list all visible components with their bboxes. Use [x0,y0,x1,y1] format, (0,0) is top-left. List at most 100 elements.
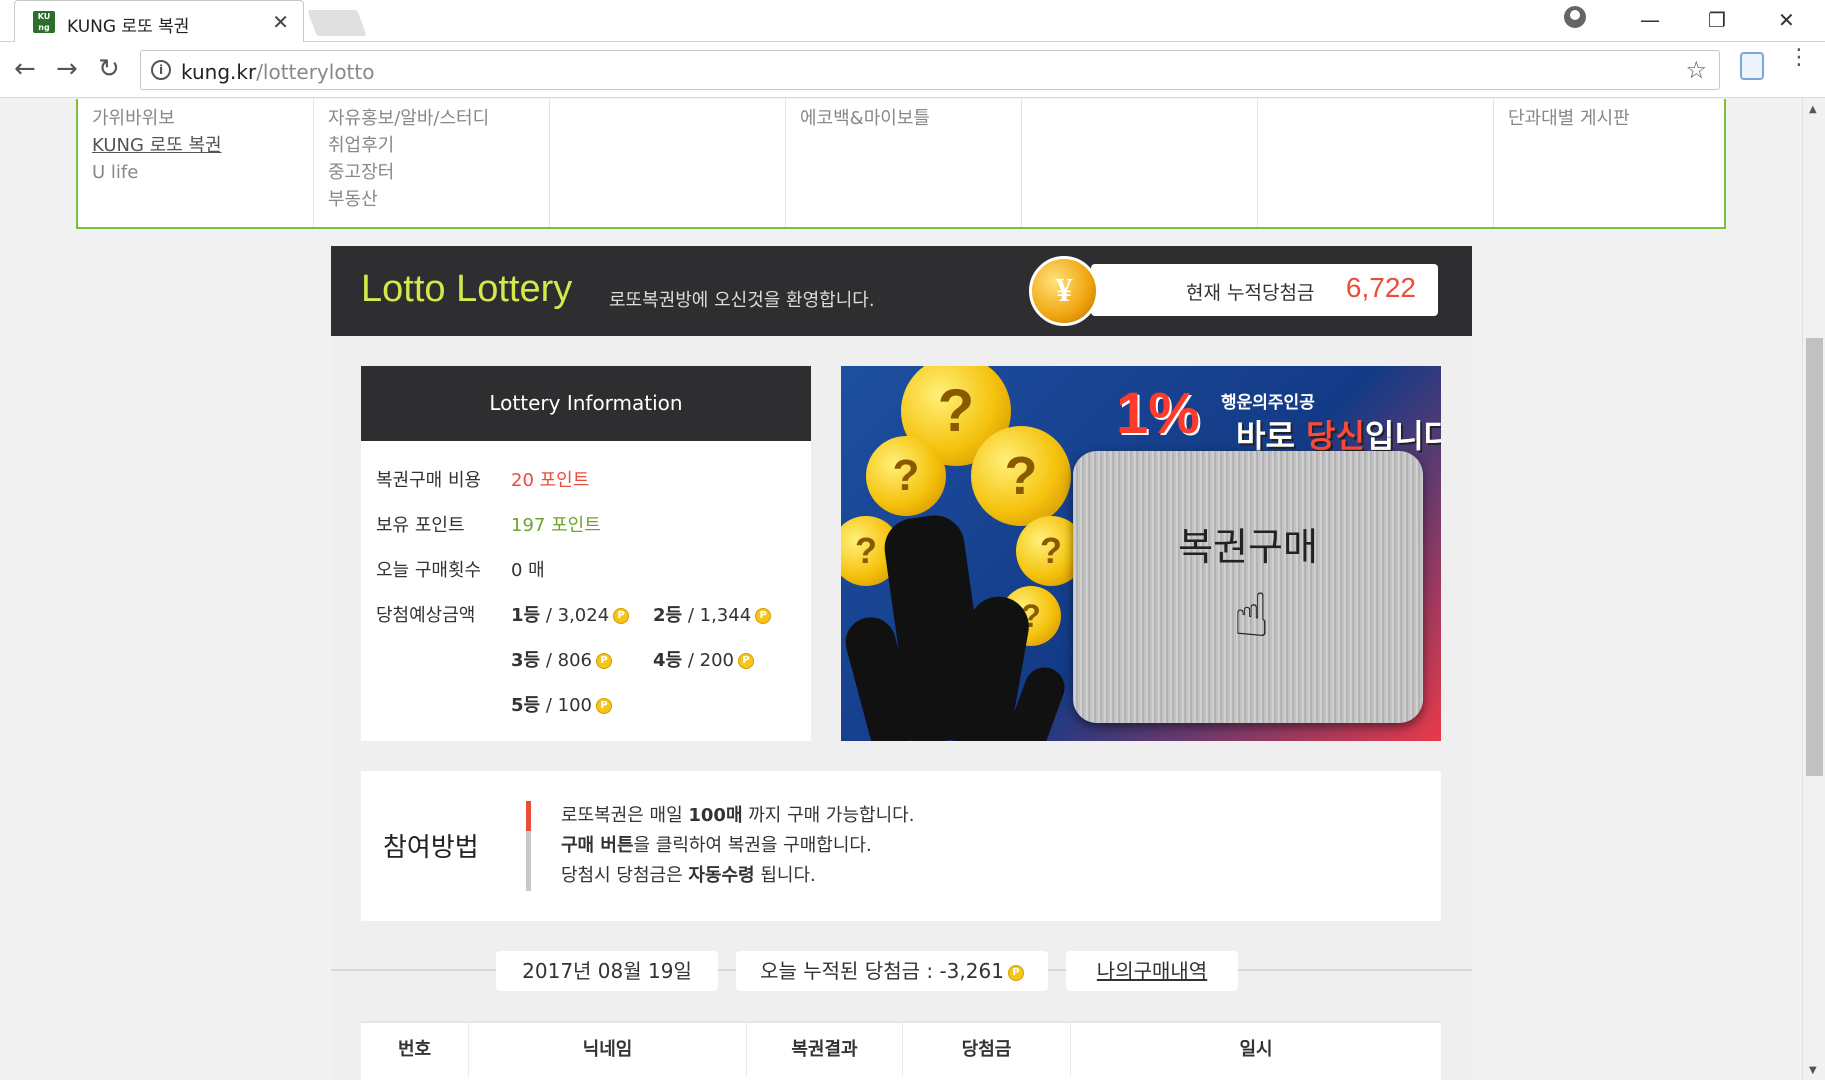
site-menu-box: 가위바위보 KUNG 로또 복권 U life 자유홍보/알바/스터디 취업후기… [76,99,1726,229]
back-icon[interactable]: ← [14,54,36,84]
url-text[interactable]: kung.kr/lotterylotto [181,60,374,84]
scroll-down-icon[interactable]: ▼ [1809,1065,1817,1076]
forward-icon[interactable]: → [56,54,78,84]
prize-2nd: 2등 / 1,344 P [653,601,772,627]
favicon-icon: KU ng [33,11,55,33]
prize-amount: / 806 [545,650,592,671]
prize-amount: / 3,024 [545,605,610,626]
banner-tagline-part: 바로 [1236,417,1307,455]
restore-icon[interactable]: ❐ [1708,8,1726,32]
jackpot-box: 현재 누적당첨금 6,722 [1091,264,1438,316]
how-to-panel: 참여방법 로또복권은 매일 100매 까지 구매 가능합니다. 구매 버튼을 클… [361,771,1441,921]
prize-rank: 4등 [653,650,683,671]
my-history-link[interactable]: 나의구매내역 [1066,951,1238,991]
buy-lottery-banner[interactable]: ? ? ? ? ? ? 1% 행운의주인공 바로 당신입니다! 복권구매 ☝ [841,366,1441,741]
tab-bar: KU ng KUNG 로또 복권 ✕ — ❐ ✕ [0,0,1825,42]
scroll-up-icon[interactable]: ▲ [1809,104,1817,115]
column-header-number: 번호 [361,1023,469,1077]
banner-percent: 1% [1116,381,1200,446]
url-domain: kung.kr [181,60,257,84]
prize-label: 당첨예상금액 [376,605,476,626]
point-coin-icon: P [1007,964,1024,981]
lottery-info-panel: Lottery Information 복권구매 비용 20 포인트 보유 포인… [361,366,811,741]
column-header-nickname: 닉네임 [469,1023,747,1077]
prize-rank: 1등 [511,605,541,626]
tab-title: KUNG 로또 복권 [67,17,190,37]
menu-column-6 [1258,99,1494,227]
today-total-pill: 오늘 누적된 당첨금 : -3,261 P [736,951,1048,991]
close-tab-icon[interactable]: ✕ [272,10,289,34]
date-pill: 2017년 08월 19일 [496,951,718,991]
column-header-result: 복권결과 [747,1023,903,1077]
reload-icon[interactable]: ↻ [98,54,120,84]
browser-menu-icon[interactable]: ⋮ [1788,47,1810,69]
prize-4th: 4등 / 200 P [653,646,754,672]
page-scrollbar[interactable]: ▲ ▼ [1802,98,1825,1080]
prize-1st: 1등 / 3,024 P [511,601,630,627]
cost-value: 20 포인트 [511,470,590,491]
prize-amount: / 1,344 [687,605,752,626]
prize-rank: 3등 [511,650,541,671]
page-viewport: 가위바위보 KUNG 로또 복권 U life 자유홍보/알바/스터디 취업후기… [0,99,1802,1080]
how-to-line-1: 로또복권은 매일 100매 까지 구매 가능합니다. [561,801,914,827]
menu-link-promo[interactable]: 자유홍보/알바/스터디 [314,105,549,132]
prize-amount: / 100 [545,695,592,716]
browser-tab[interactable]: KU ng KUNG 로또 복권 ✕ [14,0,304,42]
prize-5th: 5등 / 100 P [511,691,612,717]
close-window-icon[interactable]: ✕ [1778,8,1795,32]
bookmark-star-icon[interactable]: ☆ [1685,56,1707,84]
menu-link-rps[interactable]: 가위바위보 [78,105,313,132]
menu-link-ulife[interactable]: U life [78,159,313,186]
banner-tagline-highlight: 당신 [1306,417,1365,455]
new-tab-button[interactable] [307,10,367,36]
menu-link-ecobag[interactable]: 에코백&마이보틀 [786,105,1021,132]
how-to-line-3: 당첨시 당첨금은 자동수령 됩니다. [561,861,816,887]
menu-column-5 [1022,99,1258,227]
lotto-section: Lotto Lottery 로또복권방에 오신것을 환영합니다. 현재 누적당첨… [331,246,1472,1080]
menu-link-jobreview[interactable]: 취업후기 [314,132,549,159]
cost-label: 복권구매 비용 [376,470,482,491]
point-coin-icon: P [595,653,612,669]
results-table-header: 번호 닉네임 복권결과 당첨금 일시 [361,1021,1441,1077]
today-count-label: 오늘 구매횟수 [376,560,482,581]
hand-cursor-icon: ☝ [1233,581,1270,651]
menu-link-realestate[interactable]: 부동산 [314,186,549,213]
how-text-bold: 자동수령 [688,865,755,886]
point-coin-icon: P [737,653,754,669]
gold-coin-icon: ? [971,426,1071,526]
prize-amount: / 200 [687,650,734,671]
menu-column-3 [550,99,786,227]
menu-link-college-board[interactable]: 단과대별 게시판 [1494,105,1730,132]
menu-link-market[interactable]: 중고장터 [314,159,549,186]
prize-3rd: 3등 / 806 P [511,646,612,672]
menu-column-1: 가위바위보 KUNG 로또 복권 U life [78,99,314,227]
points-label: 보유 포인트 [376,515,465,536]
url-path: /lotterylotto [256,60,375,84]
point-coin-icon: P [595,698,612,714]
site-info-icon[interactable]: i [151,60,171,80]
address-bar[interactable]: i kung.kr/lotterylotto ☆ [140,50,1720,90]
how-text-bold: 100매 [688,805,743,826]
menu-column-2: 자유홍보/알바/스터디 취업후기 중고장터 부동산 [314,99,550,227]
how-to-line-2: 구매 버튼을 클릭하여 복권을 구매합니다. [561,831,872,857]
point-coin-icon: P [613,608,630,624]
buy-button-label: 복권구매 [1178,525,1318,569]
buy-button-plate[interactable]: 복권구매 ☝ [1073,451,1423,723]
jackpot-value: 6,722 [1345,272,1416,303]
menu-link-lotto[interactable]: KUNG 로또 복권 [78,132,313,159]
how-text: 됩니다. [754,865,816,886]
point-coin-icon: P [755,608,772,624]
info-panel-title: Lottery Information [361,366,811,441]
jackpot-label: 현재 누적당첨금 [1186,282,1315,304]
prize-rank: 5등 [511,695,541,716]
how-text: 까지 구매 가능합니다. [742,805,915,826]
how-text-bold: 구매 버튼 [561,835,634,856]
lotto-header: Lotto Lottery 로또복권방에 오신것을 환영합니다. 현재 누적당첨… [331,246,1472,336]
minimize-icon[interactable]: — [1640,8,1660,32]
scrollbar-thumb[interactable] [1806,338,1823,776]
profile-icon[interactable] [1564,6,1586,28]
today-total-text: 오늘 누적된 당첨금 : -3,261 [760,959,1004,983]
extension-shield-icon[interactable] [1740,52,1764,80]
how-to-title: 참여방법 [383,833,479,863]
welcome-text: 로또복권방에 오신것을 환영합니다. [609,290,875,311]
